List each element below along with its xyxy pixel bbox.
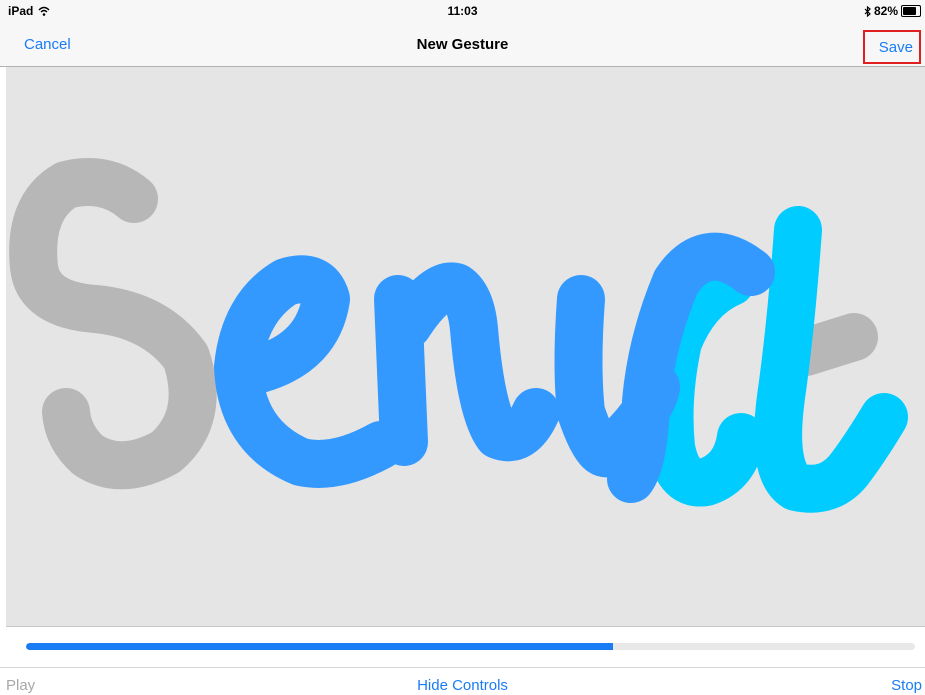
toolbar-divider <box>0 667 925 668</box>
bluetooth-icon <box>864 5 871 17</box>
gesture-drawing <box>9 158 908 513</box>
save-button[interactable]: Save <box>863 30 921 64</box>
stop-button[interactable]: Stop <box>891 677 922 694</box>
hide-controls-button[interactable]: Hide Controls <box>417 677 508 694</box>
gesture-canvas[interactable] <box>6 67 925 627</box>
page-title: New Gesture <box>416 36 509 53</box>
playback-progress[interactable] <box>26 643 915 650</box>
nav-bar: Cancel New Gesture Save <box>0 22 925 67</box>
battery-icon <box>901 5 921 17</box>
stroke-past-s <box>9 158 217 490</box>
status-bar: iPad 11:03 82% <box>0 0 925 22</box>
playback-progress-fill <box>26 643 613 650</box>
hide-controls-button-container: Hide Controls <box>0 677 925 694</box>
status-time: 11:03 <box>447 4 478 18</box>
cancel-button[interactable]: Cancel <box>24 36 71 53</box>
battery-fill <box>903 7 917 15</box>
stroke-current-e <box>214 255 405 488</box>
stroke-current-n <box>374 262 560 466</box>
play-button[interactable]: Play <box>6 677 35 694</box>
stroke-past-tail <box>782 313 878 376</box>
battery-percent: 82% <box>873 4 898 18</box>
status-right: 82% <box>864 4 921 18</box>
